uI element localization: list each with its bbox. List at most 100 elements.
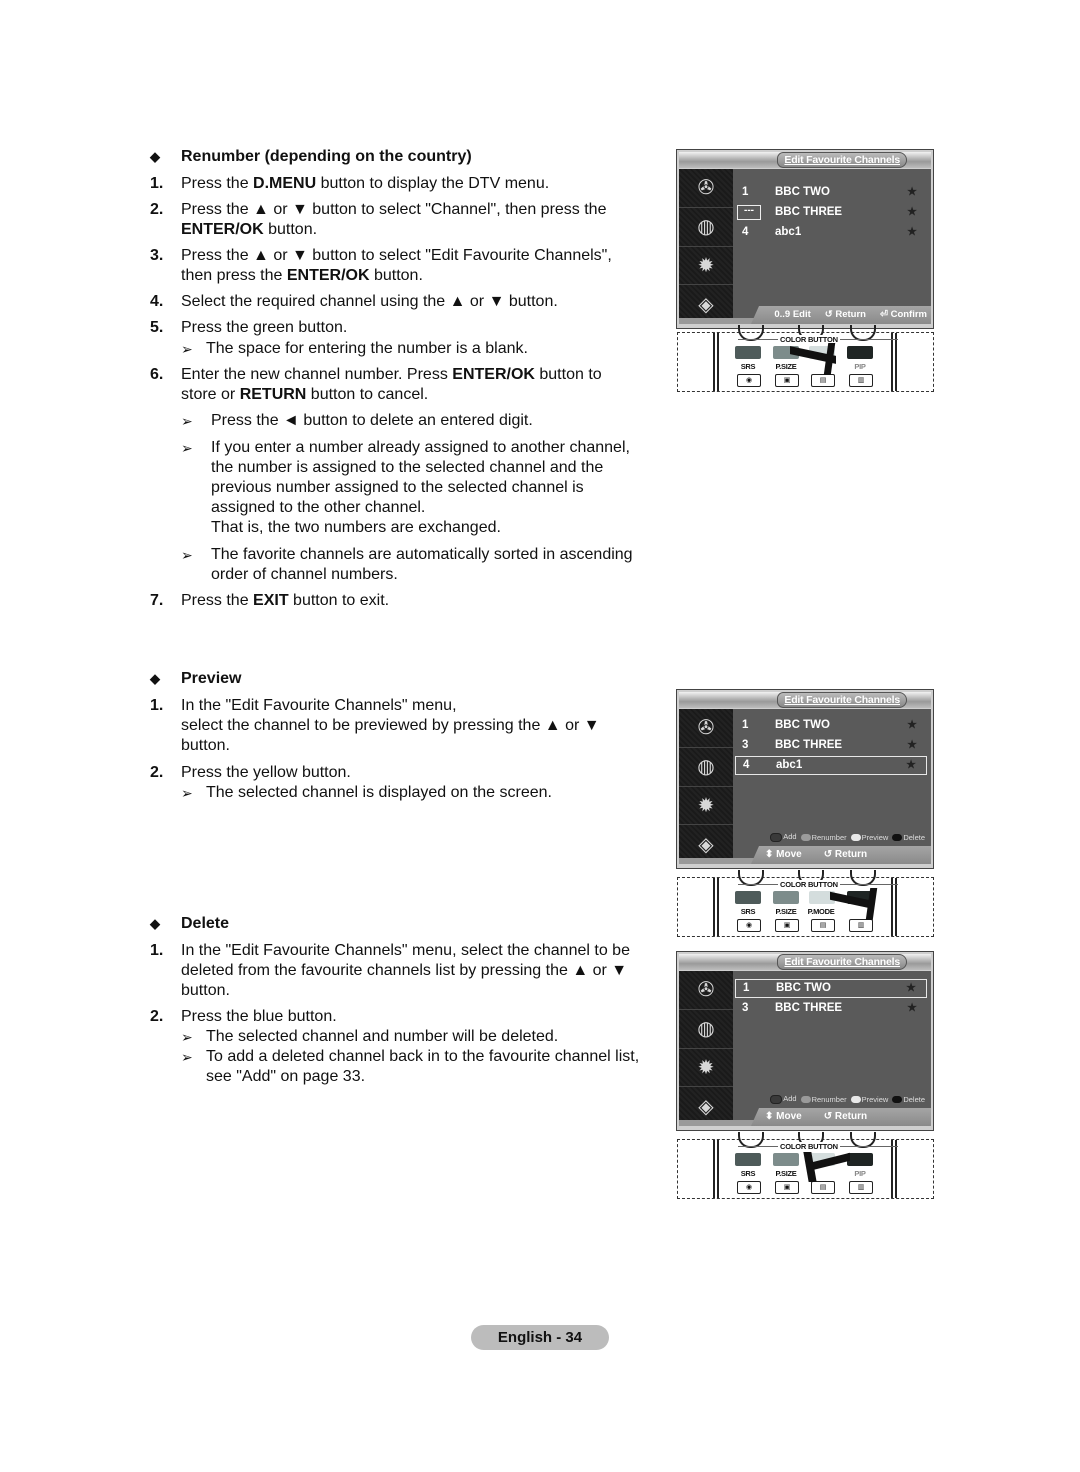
pip-button[interactable]: ▥ xyxy=(849,374,873,387)
srs-button[interactable]: ◉ xyxy=(737,919,761,932)
pmode-button[interactable]: ▤ xyxy=(811,374,835,387)
sound-menu-icon: ◍ xyxy=(679,1009,733,1049)
channel-name: abc1 xyxy=(776,759,803,771)
red-button[interactable] xyxy=(735,346,761,359)
move-hint: ⬍ Move xyxy=(765,849,802,860)
sound-menu-icon: ◍ xyxy=(679,207,733,247)
channel-row[interactable]: 1 BBC TWO ★ xyxy=(735,183,927,202)
favourite-star-icon: ★ xyxy=(906,759,916,771)
step-text: button. xyxy=(263,221,318,238)
srs-button[interactable]: ◉ xyxy=(737,374,761,387)
channel-list: 1 BBC TWO ★ 3 BBC THREE ★ 4 abc1 ★ xyxy=(735,716,927,776)
step-number: 5. xyxy=(150,319,164,336)
color-legend: Add Renumber Preview Delete xyxy=(770,1094,925,1104)
renumber-step-2: 2. Press the ▲ or ▼ button to select "Ch… xyxy=(150,200,640,240)
color-legend: Add Renumber Preview Delete xyxy=(770,832,925,842)
green-button[interactable] xyxy=(773,891,799,904)
arrow-bullet-icon: ➢ xyxy=(181,341,193,357)
channel-name: BBC THREE xyxy=(775,1002,843,1014)
step-number: 1. xyxy=(150,942,164,959)
note-text: The favorite channels are automatically … xyxy=(211,546,633,583)
psize-button[interactable]: ▣ xyxy=(775,374,799,387)
channel-row-selected[interactable]: 4 abc1 ★ xyxy=(735,756,927,775)
channel-list: 1 BBC TWO ★ 3 BBC THREE ★ xyxy=(735,979,927,1019)
note-text: The selected channel and number will be … xyxy=(206,1028,559,1045)
step-text: Press the green button. xyxy=(181,319,348,336)
srs-button[interactable]: ◉ xyxy=(737,1181,761,1194)
arrow-bullet-icon: ➢ xyxy=(181,547,193,563)
osd-sidebar: ✇ ◍ ✹ ◈ xyxy=(679,709,733,864)
remote-color-buttons-green: COLOR BUTTON SRS P.SIZE PIP ◉ ▣ ▤ ▥ xyxy=(677,325,934,392)
renumber-step-7: 7. Press the EXIT button to exit. xyxy=(150,591,640,611)
channel-row[interactable]: 3 BBC THREE ★ xyxy=(735,999,927,1018)
legend-label: Add xyxy=(783,832,797,842)
step-keyword: ENTER/OK xyxy=(452,366,535,383)
psize-label: P.SIZE xyxy=(775,907,797,916)
renumber-step-5: 5. Press the green button. xyxy=(150,318,640,338)
note-text: If you enter a number already assigned t… xyxy=(211,439,630,516)
pip-button[interactable]: ▥ xyxy=(849,919,873,932)
return-hint: ↺ Return xyxy=(823,1111,868,1122)
srs-label: SRS xyxy=(740,362,756,371)
step-number: 2. xyxy=(150,1008,164,1025)
legend-label: Add xyxy=(783,1094,797,1104)
preview-color-icon xyxy=(850,1096,861,1104)
step-number: 4. xyxy=(150,293,164,310)
srs-label: SRS xyxy=(740,1169,756,1178)
channel-row-selected[interactable]: 1 BBC TWO ★ xyxy=(735,979,927,998)
diamond-bullet-icon: ◆ xyxy=(150,149,160,164)
legend-delete: Delete xyxy=(892,833,925,842)
renumber-heading: ◆ Renumber (depending on the country) xyxy=(150,148,472,166)
color-button-label: COLOR BUTTON xyxy=(778,1142,840,1151)
channel-number: 4 xyxy=(743,759,750,771)
add-color-icon xyxy=(770,833,783,842)
preview-color-icon xyxy=(850,834,861,842)
blue-button[interactable] xyxy=(847,1153,873,1166)
step-number: 2. xyxy=(150,764,164,781)
channel-list: 1 BBC TWO ★ --- BBC THREE ★ 4 abc1 ★ xyxy=(735,183,927,243)
osd-screen-renumber: Edit Favourite Channels ✇ ◍ ✹ ◈ 1 BBC TW… xyxy=(676,149,934,329)
channel-row[interactable]: 1 BBC TWO ★ xyxy=(735,716,927,735)
delete-note-2: ➢ To add a deleted channel back in to th… xyxy=(181,1047,641,1087)
channel-number: 3 xyxy=(742,739,749,751)
channel-row[interactable]: 3 BBC THREE ★ xyxy=(735,736,927,755)
blue-button[interactable] xyxy=(847,346,873,359)
renumber-heading-text: Renumber (depending on the country) xyxy=(181,148,472,165)
return-hint: ↺ Return xyxy=(823,849,868,860)
legend-preview: Preview xyxy=(850,833,888,842)
channel-number: 1 xyxy=(742,186,749,198)
step-number: 2. xyxy=(150,201,164,218)
pmode-button[interactable]: ▤ xyxy=(811,919,835,932)
pmode-button[interactable]: ▤ xyxy=(811,1181,835,1194)
pip-button[interactable]: ▥ xyxy=(849,1181,873,1194)
psize-button[interactable]: ▣ xyxy=(775,919,799,932)
osd-sidebar: ✇ ◍ ✹ ◈ xyxy=(679,971,733,1126)
channel-name: BBC TWO xyxy=(775,719,830,731)
edit-hint: 0..9 Edit xyxy=(774,309,811,320)
renumber-note-1: ➢ The space for entering the number is a… xyxy=(181,339,641,359)
renumber-note-2: ➢ Press the ◄ button to delete an entere… xyxy=(181,411,641,431)
red-button[interactable] xyxy=(735,1153,761,1166)
channel-number-input[interactable]: --- xyxy=(737,205,761,220)
channel-row[interactable]: --- BBC THREE ★ xyxy=(735,203,927,222)
step-text: Select the required channel using the ▲ … xyxy=(181,293,558,310)
delete-color-icon xyxy=(892,1096,903,1104)
psize-label: P.SIZE xyxy=(775,1169,797,1178)
channel-number: 1 xyxy=(742,719,749,731)
note-text: That is, the two numbers are exchanged. xyxy=(211,519,501,536)
step-text: button to cancel. xyxy=(306,386,429,403)
step-keyword: ENTER/OK xyxy=(181,221,264,238)
step-keyword: RETURN xyxy=(239,386,307,403)
diamond-bullet-icon: ◆ xyxy=(150,916,160,931)
add-color-icon xyxy=(770,1095,783,1104)
channel-row[interactable]: 4 abc1 ★ xyxy=(735,223,927,242)
arrow-bullet-icon: ➢ xyxy=(181,1029,193,1045)
preview-step-2: 2. Press the yellow button. xyxy=(150,763,640,783)
step-text: Press the xyxy=(181,175,254,192)
green-button[interactable] xyxy=(773,1153,799,1166)
red-button[interactable] xyxy=(735,891,761,904)
psize-button[interactable]: ▣ xyxy=(775,1181,799,1194)
picture-menu-icon: ✇ xyxy=(679,169,733,208)
delete-heading-text: Delete xyxy=(181,915,230,932)
osd-footer: 0..9 Edit ↺ Return ⏎ Confirm xyxy=(751,306,931,324)
